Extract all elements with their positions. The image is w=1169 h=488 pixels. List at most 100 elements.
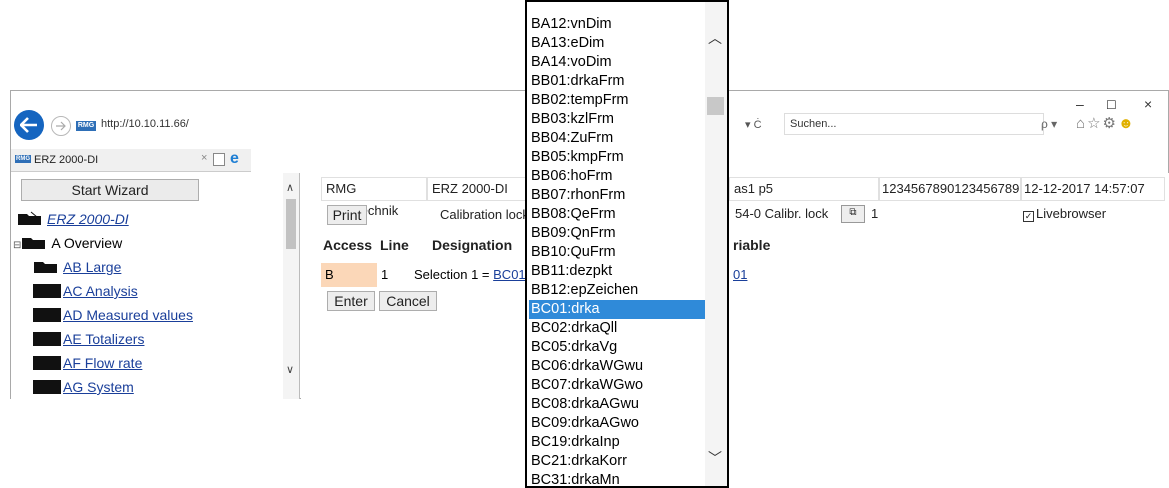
datetime-cell: 12-12-2017 14:57:07 [1021, 177, 1165, 201]
folder-icon [33, 308, 61, 322]
dropdown-option[interactable]: BA14:voDim [531, 53, 612, 72]
line-cell: 1 [381, 267, 389, 282]
cancel-button[interactable]: Cancel [379, 291, 437, 311]
dropdown-option[interactable]: BC02:drkaQll [531, 319, 617, 338]
dropdown-option[interactable]: BA12:vnDim [531, 15, 612, 34]
enter-button[interactable]: Enter [327, 291, 375, 311]
smiley-icon[interactable]: ☻ [1118, 115, 1136, 132]
variable-link[interactable]: 01 [733, 267, 747, 282]
scroll-up-icon[interactable]: ∧ [286, 181, 294, 194]
company-cell: RMG Messtechnik [321, 177, 427, 218]
dropdown-option[interactable]: BB09:QnFrm [531, 224, 616, 243]
open-folder-icon [17, 211, 45, 226]
dropdown-option[interactable]: BB08:QeFrm [531, 205, 616, 224]
lock-value: 1 [871, 206, 879, 221]
scroll-thumb[interactable] [286, 199, 296, 249]
dropdown-option[interactable]: BB06:hoFrm [531, 167, 612, 186]
dropdown-option[interactable]: BB07:rhonFrm [531, 186, 625, 205]
forward-arrow-icon [56, 121, 66, 131]
dropdown-option[interactable]: BC21:drkaKorr [531, 452, 627, 471]
header-access: Access [323, 237, 373, 253]
search-input[interactable]: Suchen... [784, 113, 1044, 135]
new-tab-icon[interactable] [213, 153, 225, 166]
popup-icon[interactable]: ⧉ [841, 205, 865, 223]
toolbar-icons: ⌂☆⚙☻ [1076, 114, 1136, 132]
close-button[interactable]: × [1144, 96, 1152, 112]
maximize-button[interactable]: ☐ [1106, 98, 1117, 112]
tree-item-link[interactable]: AE Totalizers [63, 331, 144, 347]
dropdown-option[interactable]: BB05:kmpFrm [531, 148, 624, 167]
tab-close-icon[interactable]: × [201, 152, 207, 164]
dropdown-option[interactable]: BB01:drkaFrm [531, 72, 624, 91]
ie-icon: e [230, 150, 239, 167]
dropdown-option[interactable]: BB12:epZeichen [531, 281, 638, 300]
folder-icon [33, 380, 61, 394]
dropdown-list[interactable]: BA12:vnDim BA13:eDim BA14:voDim BB01:drk… [525, 0, 729, 488]
scroll-down-icon[interactable]: ∨ [286, 363, 294, 376]
tab-erz[interactable]: RMG ERZ 2000-DI × e [11, 149, 251, 171]
dropdown-scrollbar[interactable]: ︿ ﹀ [705, 2, 727, 486]
gear-icon[interactable]: ⚙ [1103, 115, 1118, 132]
start-wizard-button[interactable]: Start Wizard [21, 179, 199, 201]
dropdown-option[interactable]: BC31:drkaMn [531, 471, 620, 486]
designation-link[interactable]: BC01 [493, 267, 526, 282]
tree-item[interactable]: AG System [33, 379, 134, 395]
dropdown-option[interactable]: BB10:QuFrm [531, 243, 616, 262]
sidebar-scrollbar[interactable]: ∧ ∨ [283, 173, 299, 399]
tab-bar: RMG ERZ 2000-DI × e [11, 149, 251, 172]
designation-cell: Selection 1 = BC01 [414, 263, 526, 287]
print-button[interactable]: Print [327, 205, 367, 225]
folder-icon [33, 332, 61, 346]
star-icon[interactable]: ☆ [1087, 115, 1102, 132]
tree-item-link[interactable]: AG System [63, 379, 134, 395]
tree-item-link[interactable]: AD Measured values [63, 307, 193, 323]
tree-item[interactable]: AB Large [33, 259, 121, 275]
tree-item[interactable]: AD Measured values [33, 307, 193, 323]
dropdown-option[interactable]: BA13:eDim [531, 34, 604, 53]
site-favicon: RMG [76, 121, 96, 131]
dropdown-option[interactable]: BC06:drkaWGwu [531, 357, 643, 376]
check-icon[interactable]: ✓ [1023, 211, 1034, 222]
dropdown-scroll-thumb[interactable] [707, 97, 724, 115]
tab-favicon: RMG [15, 155, 31, 163]
dropdown-option[interactable]: BC09:drkaAGwo [531, 414, 639, 433]
tree-item-link[interactable]: AC Analysis [63, 283, 138, 299]
address-controls[interactable]: ▾ Ċ [745, 118, 762, 131]
minimize-button[interactable]: – [1076, 96, 1084, 112]
header-variable: riable [733, 237, 771, 253]
forward-button[interactable] [51, 116, 71, 136]
home-icon[interactable]: ⌂ [1076, 115, 1087, 132]
device-cell: ERZ 2000-DI [427, 177, 537, 201]
tree-item[interactable]: AE Totalizers [33, 331, 144, 347]
dropdown-option[interactable]: BB11:dezpkt [531, 262, 612, 281]
tree-item[interactable]: AF Flow rate [33, 355, 142, 371]
info-row: RMG Messtechnik ERZ 2000-DI as1 p5 12345… [301, 177, 1169, 218]
sidebar: Start Wizard ERZ 2000-DI ⊟ A Overview AB… [11, 173, 300, 399]
tree-root-link[interactable]: ERZ 2000-DI [47, 211, 129, 227]
address-bar[interactable]: http://10.10.11.66/ [101, 118, 189, 130]
tree-overview-label: A Overview [51, 235, 123, 251]
livebrowser-checkbox[interactable]: ✓ Livebrowser [1023, 206, 1106, 222]
tree-root[interactable]: ERZ 2000-DI [17, 211, 129, 227]
main-content: RMG Messtechnik ERZ 2000-DI as1 p5 12345… [301, 173, 1169, 399]
tree-item[interactable]: AC Analysis [33, 283, 138, 299]
calibr-lock-text: 54-0 Calibr. lock [735, 206, 829, 221]
dropdown-option[interactable]: BC19:drkaInp [531, 433, 620, 452]
chevron-down-icon[interactable]: ﹀ [708, 448, 722, 468]
search-icon[interactable]: ρ ▾ [1041, 117, 1057, 131]
tree-item-link[interactable]: AB Large [63, 259, 121, 275]
header-line: Line [380, 237, 409, 253]
dropdown-option-selected[interactable]: BC01:drka [529, 300, 709, 319]
dropdown-option[interactable]: BC08:drkaAGwu [531, 395, 639, 414]
dropdown-option[interactable]: BB02:tempFrm [531, 91, 629, 110]
dropdown-option[interactable]: BC07:drkaWGwo [531, 376, 643, 395]
header-designation: Designation [432, 237, 513, 253]
chevron-up-icon[interactable]: ︿ [708, 28, 722, 48]
tree-item-link[interactable]: AF Flow rate [63, 355, 142, 371]
dropdown-option[interactable]: BB04:ZuFrm [531, 129, 613, 148]
collapse-icon[interactable]: ⊟ [13, 240, 21, 251]
dropdown-option[interactable]: BB03:kzlFrm [531, 110, 614, 129]
tree-overview[interactable]: ⊟ A Overview [13, 235, 122, 251]
dropdown-option[interactable]: BC05:drkaVg [531, 338, 617, 357]
back-button[interactable] [14, 110, 44, 140]
